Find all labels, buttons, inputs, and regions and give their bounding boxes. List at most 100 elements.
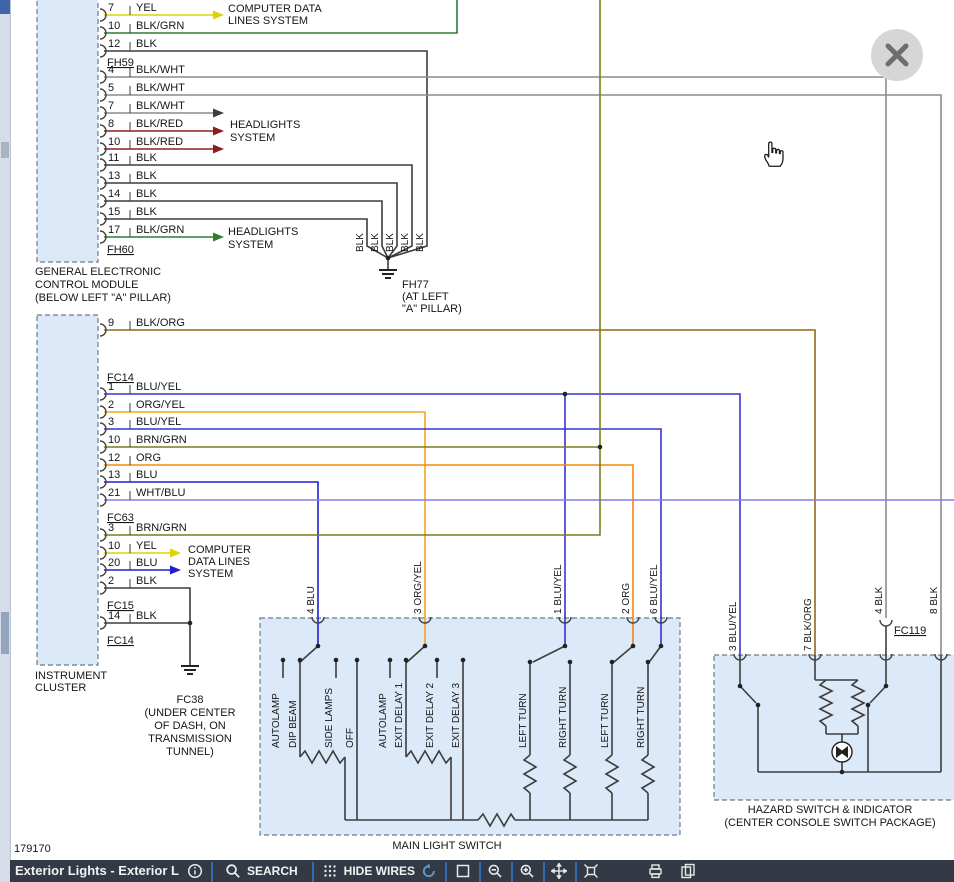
svg-text:10: 10: [108, 136, 120, 148]
svg-text:BLK: BLK: [136, 170, 157, 182]
info-button[interactable]: [187, 863, 203, 879]
search-button[interactable]: SEARCH: [225, 863, 298, 879]
svg-text:HAZARD SWITCH & INDICATOR: HAZARD SWITCH & INDICATOR: [748, 804, 913, 816]
svg-text:3: 3: [108, 416, 114, 428]
zoom-in-icon: [519, 863, 535, 879]
svg-text:BLK/GRN: BLK/GRN: [136, 20, 184, 32]
svg-text:TUNNEL): TUNNEL): [166, 746, 214, 758]
svg-text:RIGHT TURN: RIGHT TURN: [558, 687, 569, 748]
svg-text:10: 10: [108, 20, 120, 32]
svg-text:(BELOW LEFT "A" PILLAR): (BELOW LEFT "A" PILLAR): [35, 292, 171, 304]
svg-text:FC119: FC119: [894, 625, 926, 637]
svg-text:BLK: BLK: [355, 233, 366, 252]
wiring-diagram-svg: COMPUTER DATALINES SYSTEM7YEL10BLK/GRN12…: [0, 0, 954, 862]
svg-text:7: 7: [108, 100, 114, 112]
svg-text:BLU: BLU: [136, 557, 157, 569]
svg-text:BLK/GRN: BLK/GRN: [136, 224, 184, 236]
svg-text:6 BLU/YEL: 6 BLU/YEL: [649, 564, 660, 614]
svg-text:FH60: FH60: [107, 244, 134, 256]
reset-highlight-button[interactable]: [421, 863, 437, 879]
svg-text:7 BLK/ORG: 7 BLK/ORG: [803, 598, 814, 651]
svg-text:SYSTEM: SYSTEM: [230, 132, 275, 144]
svg-text:FC38: FC38: [177, 694, 204, 706]
svg-text:13: 13: [108, 170, 120, 182]
svg-text:BLK: BLK: [415, 233, 426, 252]
svg-text:2 ORG: 2 ORG: [621, 583, 632, 614]
indicator-lamp: [832, 742, 852, 762]
copy-page-icon: [680, 863, 696, 879]
svg-text:OF DASH, ON: OF DASH, ON: [154, 720, 226, 732]
print-button[interactable]: [647, 863, 664, 879]
close-button[interactable]: [871, 29, 923, 81]
svg-text:BLK: BLK: [400, 233, 411, 252]
close-icon: [884, 42, 910, 68]
hide-wires-label: HIDE WIRES: [344, 864, 415, 878]
info-icon: [187, 863, 203, 879]
svg-text:FC14: FC14: [107, 635, 134, 647]
diagram-canvas[interactable]: COMPUTER DATALINES SYSTEM7YEL10BLK/GRN12…: [0, 0, 954, 862]
save-page-button[interactable]: [680, 863, 696, 879]
region-icon: [455, 863, 471, 879]
toolbar-separator: [543, 862, 545, 882]
svg-text:LEFT TURN: LEFT TURN: [600, 693, 611, 748]
svg-text:ORG/YEL: ORG/YEL: [136, 399, 185, 411]
svg-text:BLK/WHT: BLK/WHT: [136, 100, 185, 112]
pan-button[interactable]: [551, 863, 567, 879]
svg-text:EXIT DELAY 2: EXIT DELAY 2: [425, 683, 436, 748]
fit-screen-icon: [583, 863, 599, 879]
svg-text:3 BLU/YEL: 3 BLU/YEL: [728, 601, 739, 651]
svg-text:COMPUTER DATA: COMPUTER DATA: [228, 3, 322, 15]
svg-text:2: 2: [108, 399, 114, 411]
svg-text:YEL: YEL: [136, 2, 157, 14]
svg-text:BLK/WHT: BLK/WHT: [136, 82, 185, 94]
hand-cursor-icon: [758, 138, 784, 168]
svg-text:COMPUTER: COMPUTER: [188, 544, 251, 556]
fit-view-button[interactable]: [583, 863, 599, 879]
svg-text:12: 12: [108, 38, 120, 50]
svg-text:WHT/BLU: WHT/BLU: [136, 487, 186, 499]
svg-text:"A" PILLAR): "A" PILLAR): [402, 303, 462, 315]
scrollbar-top-cap: [0, 0, 10, 14]
svg-text:4 BLK: 4 BLK: [874, 586, 885, 614]
svg-text:FH77: FH77: [402, 279, 429, 291]
svg-text:BLK/WHT: BLK/WHT: [136, 64, 185, 76]
svg-text:12: 12: [108, 452, 120, 464]
zoom-out-button[interactable]: [487, 863, 503, 879]
toolbar-separator: [312, 862, 314, 882]
toolbar-separator: [479, 862, 481, 882]
undo-icon: [421, 863, 437, 879]
svg-text:HEADLIGHTS: HEADLIGHTS: [228, 226, 298, 238]
scrollbar-thumb[interactable]: [1, 612, 9, 654]
svg-text:8 BLK: 8 BLK: [929, 586, 940, 614]
zoom-in-button[interactable]: [519, 863, 535, 879]
svg-text:1 BLU/YEL: 1 BLU/YEL: [553, 564, 564, 614]
toolbar-separator: [211, 862, 213, 882]
toolbar-separator: [445, 862, 447, 882]
svg-text:LEFT TURN: LEFT TURN: [518, 693, 529, 748]
svg-text:13: 13: [108, 469, 120, 481]
left-scrollbar[interactable]: [0, 0, 11, 882]
svg-text:BLK: BLK: [370, 233, 381, 252]
svg-text:15: 15: [108, 206, 120, 218]
svg-text:OFF: OFF: [345, 728, 356, 748]
svg-text:17: 17: [108, 224, 120, 236]
hide-wires-button[interactable]: HIDE WIRES: [322, 863, 415, 879]
svg-text:BLK: BLK: [136, 152, 157, 164]
svg-text:BLK: BLK: [136, 610, 157, 622]
bottom-toolbar: Exterior Lights - Exterior L SEARCH HIDE…: [10, 860, 954, 882]
diagram-title: Exterior Lights - Exterior L: [15, 863, 179, 878]
toolbar-separator: [575, 862, 577, 882]
region-zoom-button[interactable]: [455, 863, 471, 879]
svg-text:14: 14: [108, 188, 120, 200]
scrollbar-tick[interactable]: [1, 142, 9, 158]
svg-text:RIGHT TURN: RIGHT TURN: [636, 687, 647, 748]
svg-text:2: 2: [108, 575, 114, 587]
svg-text:4: 4: [108, 64, 114, 76]
svg-text:8: 8: [108, 118, 114, 130]
toolbar-separator: [511, 862, 513, 882]
svg-text:1: 1: [108, 381, 114, 393]
search-icon: [225, 863, 241, 879]
svg-text:HEADLIGHTS: HEADLIGHTS: [230, 119, 300, 131]
svg-text:9: 9: [108, 317, 114, 329]
svg-text:5: 5: [108, 82, 114, 94]
